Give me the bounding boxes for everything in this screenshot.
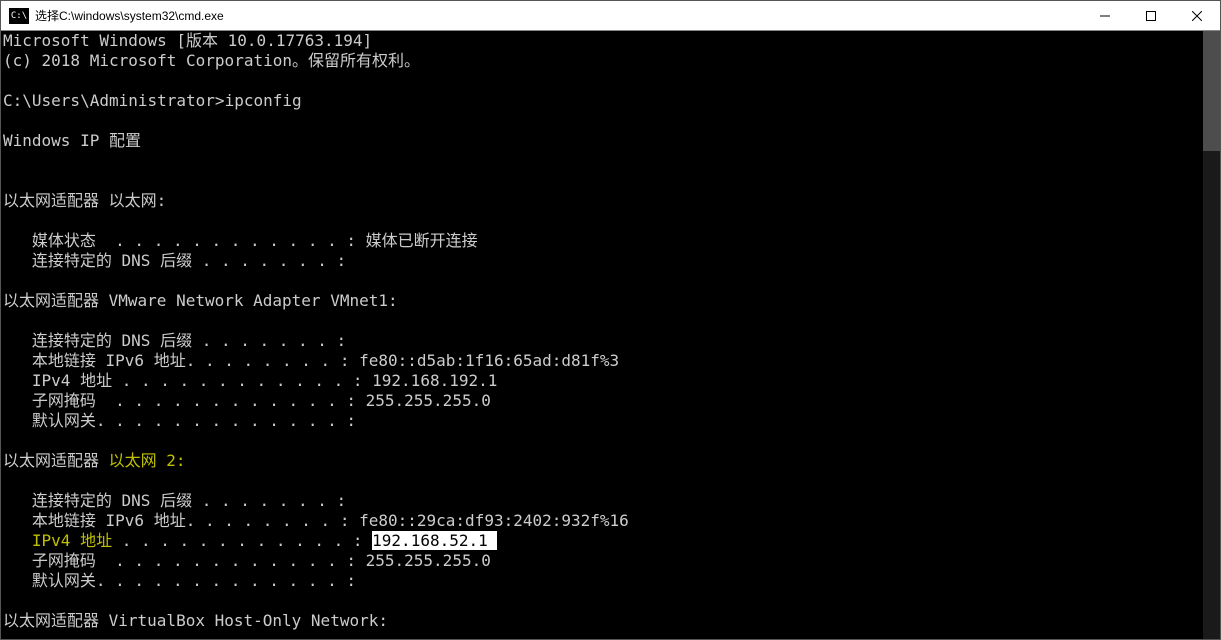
adapter-1-header: 以太网适配器 以太网: xyxy=(3,191,166,210)
adapter-4-header: 以太网适配器 VirtualBox Host-Only Network: xyxy=(3,611,388,630)
adapter-2-ipv6: 本地链接 IPv6 地址. . . . . . . . : fe80::d5ab… xyxy=(3,351,619,370)
prompt-path: C:\Users\Administrator> xyxy=(3,91,225,110)
adapter-3-ipv4-label: IPv4 地址 xyxy=(3,531,122,550)
adapter-2-subnet-mask: 子网掩码 . . . . . . . . . . . . : 255.255.2… xyxy=(3,391,491,410)
adapter-2-dns-suffix: 连接特定的 DNS 后缀 . . . . . . . : xyxy=(3,331,346,350)
close-icon xyxy=(1192,11,1202,21)
cmd-icon: C:\ xyxy=(9,8,29,24)
banner-line-1: Microsoft Windows [版本 10.0.17763.194] xyxy=(3,31,372,50)
banner-line-2: (c) 2018 Microsoft Corporation。保留所有权利。 xyxy=(3,51,420,70)
ipconfig-header: Windows IP 配置 xyxy=(3,131,141,150)
adapter-3-header-name: 以太网 2: xyxy=(109,451,186,470)
maximize-icon xyxy=(1146,11,1156,21)
adapter-2-ipv4: IPv4 地址 . . . . . . . . . . . . : 192.16… xyxy=(3,371,497,390)
adapter-1-media-state: 媒体状态 . . . . . . . . . . . . : 媒体已断开连接 xyxy=(3,231,478,250)
minimize-icon xyxy=(1100,11,1110,21)
close-button[interactable] xyxy=(1174,1,1220,30)
adapter-2-gateway: 默认网关. . . . . . . . . . . . . : xyxy=(3,411,356,430)
minimize-button[interactable] xyxy=(1082,1,1128,30)
adapter-3-gateway: 默认网关. . . . . . . . . . . . . : xyxy=(3,571,356,590)
terminal-area[interactable]: Microsoft Windows [版本 10.0.17763.194] (c… xyxy=(1,31,1220,639)
adapter-3-ipv6: 本地链接 IPv6 地址. . . . . . . . : fe80::29ca… xyxy=(3,511,629,530)
vertical-scrollbar-track[interactable] xyxy=(1203,31,1220,639)
window-title: 选择C:\windows\system32\cmd.exe xyxy=(35,7,224,24)
cmd-window: C:\ 选择C:\windows\system32\cmd.exe Micros… xyxy=(0,0,1221,640)
adapter-2-header: 以太网适配器 VMware Network Adapter VMnet1: xyxy=(3,291,398,310)
vertical-scrollbar-thumb[interactable] xyxy=(1203,31,1220,151)
adapter-3-subnet-mask: 子网掩码 . . . . . . . . . . . . : 255.255.2… xyxy=(3,551,491,570)
adapter-3-header-prefix: 以太网适配器 xyxy=(3,451,109,470)
titlebar[interactable]: C:\ 选择C:\windows\system32\cmd.exe xyxy=(1,1,1220,31)
adapter-1-dns-suffix: 连接特定的 DNS 后缀 . . . . . . . : xyxy=(3,251,346,270)
terminal-output: Microsoft Windows [版本 10.0.17763.194] (c… xyxy=(1,31,1220,631)
adapter-3-ipv4-value-selected[interactable]: 192.168.52.1 xyxy=(372,531,497,550)
prompt-command: ipconfig xyxy=(225,91,302,110)
adapter-3-dns-suffix: 连接特定的 DNS 后缀 . . . . . . . : xyxy=(3,491,346,510)
maximize-button[interactable] xyxy=(1128,1,1174,30)
adapter-3-ipv4-dots: . . . . . . . . . . . . : xyxy=(122,531,372,550)
